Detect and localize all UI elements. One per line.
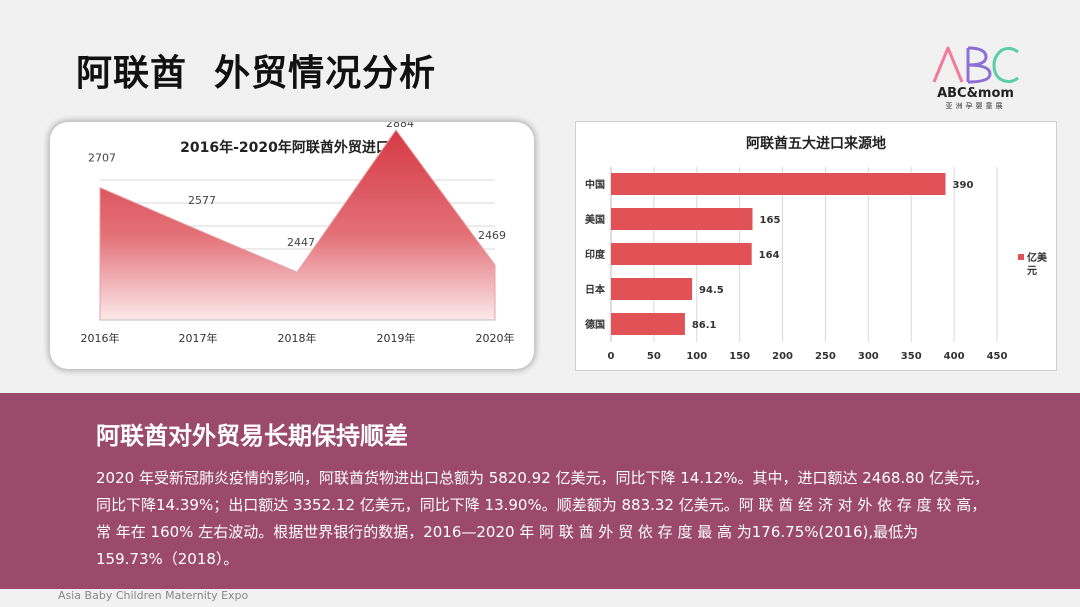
x-tick-label: 400: [944, 351, 965, 362]
x-tick-label: 0: [608, 351, 615, 362]
bar-value-label: 164: [759, 250, 780, 261]
data-label: 2707: [88, 152, 116, 165]
x-tick-label: 250: [815, 351, 836, 362]
x-tick-label: 200: [772, 351, 793, 362]
legend-label: 元: [1027, 265, 1037, 277]
data-label: 2447: [287, 236, 315, 249]
bar-value-label: 390: [953, 180, 974, 191]
bar-value-label: 86.1: [692, 320, 717, 331]
logo-subtitle: 亚洲孕婴童展: [945, 102, 1006, 110]
y-category-label: 美国: [585, 213, 605, 226]
summary-band: 阿联酋对外贸易长期保持顺差 2020 年受新冠肺炎疫情的影响，阿联酋货物进出口总…: [0, 393, 1080, 589]
y-category-label: 德国: [584, 318, 605, 331]
bar-2: [611, 243, 752, 265]
x-tick-label: 150: [729, 351, 750, 362]
summary-title: 阿联酋对外贸易长期保持顺差: [96, 422, 408, 450]
x-tick-label: 2016年: [81, 331, 120, 345]
logo-name: ABC&mom: [937, 86, 1014, 101]
abc-mom-logo: ABC&mom 亚洲孕婴童展: [928, 44, 1023, 114]
bar-4: [611, 313, 685, 335]
x-tick-label: 2018年: [278, 331, 317, 345]
import-area-series: [99, 129, 496, 321]
bar-value-label: 94.5: [699, 285, 724, 296]
x-tick-label: 450: [987, 351, 1008, 362]
bar-chart: 390 中国 165 美国 164 印度 94.5 日本 86.1 德国 0 50 100 150 200 2…: [584, 167, 1048, 362]
x-tick-label: 2019年: [377, 331, 416, 345]
x-tick-label: 50: [647, 351, 661, 362]
y-category-label: 中国: [585, 178, 605, 191]
bar-0: [611, 173, 946, 195]
y-category-label: 日本: [585, 283, 606, 296]
import-sources-card: 阿联酋五大进口来源地 390 中国 165 美国 164 印度 94.5 日本 86.1 德国 0 5…: [575, 121, 1057, 371]
footer-text: Asia Baby Children Maternity Expo: [58, 589, 249, 602]
bar-value-label: 165: [760, 215, 781, 226]
x-tick-label: 300: [858, 351, 879, 362]
x-tick-label: 350: [901, 351, 922, 362]
data-label: 2577: [188, 194, 216, 207]
data-label: 2469: [478, 229, 506, 242]
legend-label: 亿美: [1027, 251, 1048, 264]
import-trend-card: 2016年-2020年阿联酋外贸进口额 2707 2577 2447 2884 2469…: [50, 122, 534, 369]
x-tick-label: 100: [686, 351, 707, 362]
data-label: 2884: [386, 122, 414, 130]
bar-3: [611, 278, 693, 300]
x-tick-label: 2017年: [179, 331, 218, 345]
page-title: 阿联酋 外贸情况分析: [76, 53, 437, 94]
legend-swatch: [1018, 254, 1024, 260]
summary-text: 2020 年受新冠肺炎疫情的影响，阿联酋货物进出口总额为 5820.92 亿美元…: [96, 469, 990, 568]
bar-1: [611, 208, 753, 230]
x-tick-label: 2020年: [476, 331, 515, 345]
y-category-label: 印度: [585, 248, 606, 261]
logo-letters-graphic: [932, 46, 1019, 84]
area-chart: 2707 2577 2447 2884 2469 2016年 2017年 2018年 2019年…: [81, 122, 515, 345]
